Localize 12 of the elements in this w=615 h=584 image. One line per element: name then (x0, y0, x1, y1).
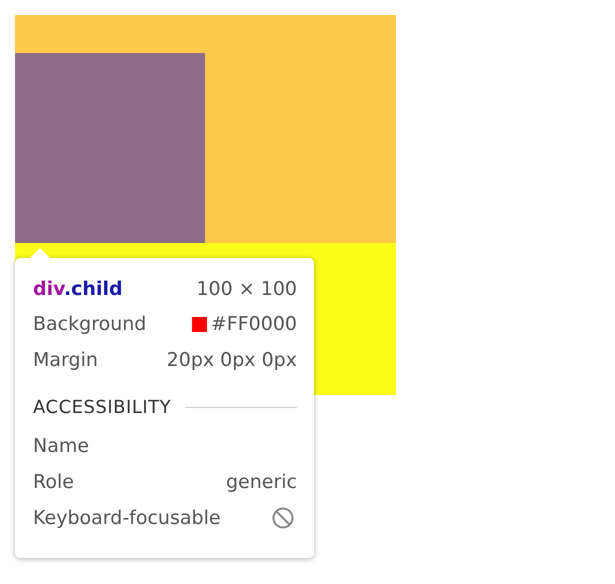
property-value: #FF0000 (210, 313, 297, 335)
property-label: Background (33, 313, 146, 335)
property-value: generic (226, 471, 297, 493)
property-label: Role (33, 471, 74, 493)
element-selector: div.child (33, 278, 123, 300)
section-heading: ACCESSIBILITY (33, 396, 172, 418)
color-swatch (192, 316, 207, 332)
property-label: Margin (33, 349, 98, 371)
element-size: 100 × 100 (196, 278, 297, 300)
property-label: Keyboard-focusable (33, 507, 221, 529)
property-value: 20px 0px 0px (166, 349, 297, 371)
property-label: Name (33, 435, 90, 457)
